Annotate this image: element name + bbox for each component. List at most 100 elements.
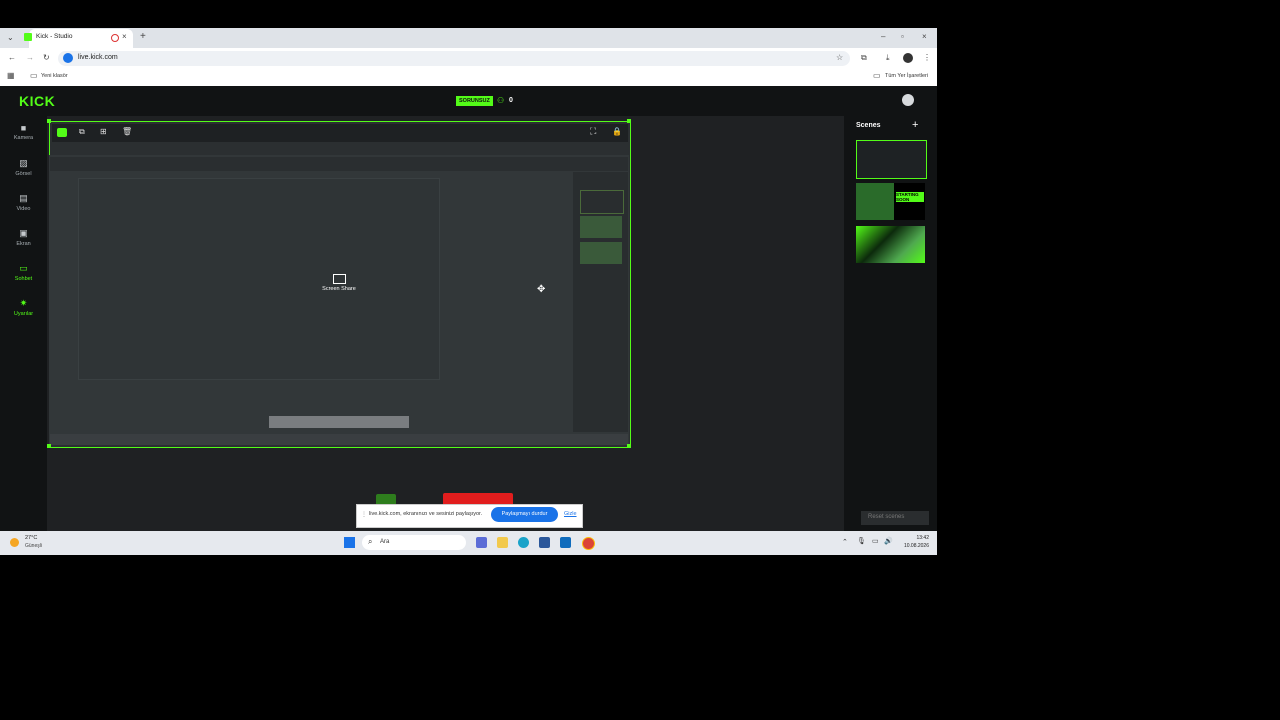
chrome-icon[interactable] (582, 537, 595, 550)
back-icon[interactable]: ← (8, 53, 16, 63)
screen-share-toggle-icon[interactable] (57, 128, 67, 137)
nested-taskbar (50, 434, 628, 445)
network-icon[interactable]: ▭ (872, 537, 879, 545)
kick-favicon-icon (24, 33, 32, 41)
forward-icon[interactable]: → (26, 53, 34, 63)
bookmark-folder[interactable]: Yeni klasör (41, 73, 68, 79)
scene-art (856, 183, 894, 220)
resize-handle[interactable] (627, 119, 631, 123)
new-tab-icon[interactable]: + (140, 32, 146, 42)
nested-scene-thumb (580, 216, 622, 238)
clock-date[interactable]: 10.08.2026 (895, 543, 929, 549)
move-cursor-icon: ✥ (537, 284, 546, 295)
resize-handle[interactable] (47, 119, 51, 123)
edge-browser-icon[interactable] (518, 537, 529, 548)
sidebar-item-label: Video (16, 206, 31, 212)
status-badge: SORUNSUZ (456, 96, 493, 106)
user-avatar[interactable] (902, 94, 914, 106)
taskbar-search-placeholder[interactable]: Ara (380, 539, 389, 545)
trash-icon[interactable]: 🗑 (122, 127, 132, 136)
apps-grid-icon[interactable]: ▦ (7, 71, 15, 81)
nested-share-bar (269, 416, 409, 428)
reload-icon[interactable]: ↻ (43, 53, 50, 63)
sidebar-item-label: Görsel (15, 171, 32, 177)
source-toolbar (52, 124, 628, 142)
taskbar-search-box[interactable] (362, 535, 466, 550)
task-view-icon[interactable] (476, 537, 487, 548)
mail-icon[interactable] (560, 537, 571, 548)
resize-handle[interactable] (47, 444, 51, 448)
stop-sharing-button[interactable]: Paylaşmayı durdur (491, 507, 558, 522)
close-window-icon[interactable]: × (922, 32, 927, 42)
scene-thumb-2[interactable]: STARTING SOON (856, 183, 925, 220)
sidebar-item-label: Sohbet (14, 276, 33, 282)
weather-temp[interactable]: 27°C (25, 535, 37, 541)
reset-scenes-label: Reset scenes (868, 514, 905, 520)
bookmarks-bar (0, 68, 937, 87)
site-info-icon[interactable] (63, 53, 73, 63)
windows-start-icon[interactable] (344, 537, 355, 548)
sidebar-item-sohbet[interactable]: ▭ Sohbet (0, 263, 47, 282)
image-icon: ▨ (19, 158, 28, 168)
weather-sun-icon[interactable] (10, 538, 19, 547)
camera-icon: ■ (20, 123, 27, 133)
screen-cast-icon: ▣ (19, 228, 28, 238)
url-bar[interactable] (58, 51, 850, 66)
chat-icon: ▭ (19, 263, 28, 273)
scene-art (856, 226, 925, 263)
maximize-icon[interactable]: ▫ (901, 32, 904, 42)
kick-logo[interactable]: KICK (19, 93, 55, 109)
sidebar-item-label: Kamera (13, 135, 34, 141)
sources-sidebar (0, 116, 47, 531)
sidebar-item-uyarilar[interactable]: ✷ Uyarılar (0, 298, 47, 317)
sidebar-item-label: Ekran (16, 241, 31, 247)
all-bookmarks-folder-icon: ▭ (873, 71, 881, 80)
recording-indicator-icon (111, 34, 119, 42)
viewer-count: 0 (509, 97, 513, 104)
download-icon[interactable]: ⤓ (886, 53, 890, 63)
tab-search-icon[interactable]: ⌄ (7, 33, 14, 43)
scene-label: STARTING SOON (896, 192, 924, 202)
sidebar-item-ekran[interactable]: ▣ Ekran (0, 228, 47, 247)
url-text[interactable]: live.kick.com (78, 54, 118, 61)
tab-title: Kick - Studio (36, 33, 73, 40)
extensions-icon[interactable]: ⧉ (861, 53, 867, 63)
duplicate-icon[interactable]: ⧉ (79, 127, 85, 137)
windows-taskbar (0, 531, 937, 555)
film-icon: ▤ (19, 193, 28, 203)
sidebar-item-video[interactable]: ▤ Video (0, 193, 47, 212)
source-label: Screen Share (322, 286, 356, 292)
sharing-message: live.kick.com, ekranınızı ve sesinizi pa… (369, 511, 483, 517)
screen-share-icon (333, 274, 346, 284)
nested-scene-thumb (580, 242, 622, 264)
profile-avatar[interactable] (903, 53, 913, 63)
microphone-icon[interactable]: 🎙 (857, 537, 866, 545)
sidebar-item-label: Uyarılar (13, 311, 34, 317)
close-tab-icon[interactable]: × (122, 32, 127, 42)
scene-thumb-1[interactable] (856, 140, 927, 179)
resize-handle[interactable] (627, 444, 631, 448)
file-explorer-icon[interactable] (497, 537, 508, 548)
lock-icon[interactable]: 🔒 (612, 127, 622, 136)
minimize-icon[interactable]: – (881, 32, 885, 42)
add-scene-icon[interactable]: + (912, 119, 918, 131)
tray-chevron-icon[interactable]: ⌃ (842, 538, 848, 546)
store-icon[interactable] (539, 537, 550, 548)
bookmark-star-icon[interactable]: ☆ (836, 53, 843, 63)
all-bookmarks[interactable]: Tüm Yer İşaretleri (885, 73, 928, 79)
alerts-icon: ✷ (19, 298, 28, 308)
volume-icon[interactable]: 🔊 (884, 537, 893, 545)
sidebar-item-gorsel[interactable]: ▨ Görsel (0, 158, 47, 177)
sidebar-item-kamera[interactable]: ■ Kamera (0, 123, 47, 141)
fullscreen-icon[interactable]: ⛶ (590, 126, 596, 137)
weather-desc[interactable]: Güneşli (25, 543, 42, 549)
scene-thumb-3[interactable] (856, 226, 925, 263)
nested-scene-thumb (580, 190, 624, 214)
nested-preview-frame (78, 178, 440, 380)
clock-time[interactable]: 13:42 (899, 535, 929, 541)
browser-menu-icon[interactable]: ⋮ (923, 53, 931, 63)
layer-order-icon[interactable]: ⊞ (100, 127, 107, 136)
drag-handle-icon[interactable]: ⋮ (361, 511, 367, 518)
hide-link[interactable]: Gizle (564, 511, 577, 517)
nested-header (50, 157, 628, 171)
